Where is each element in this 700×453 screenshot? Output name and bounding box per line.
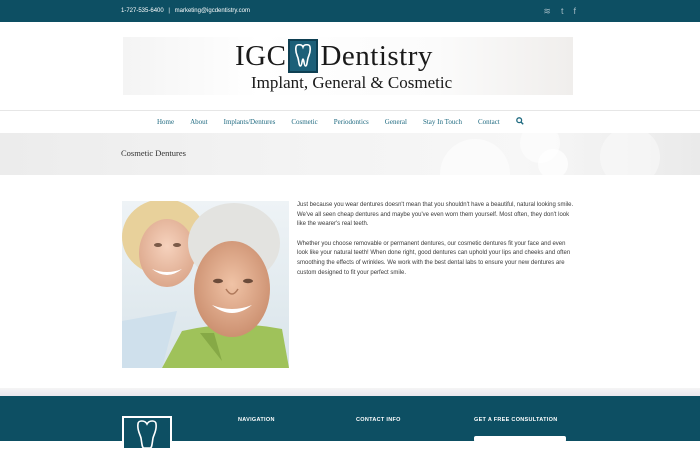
logo-right-text: Dentistry [320,39,433,72]
article-content: Just because you wear dentures doesn't m… [297,201,577,288]
top-contact: 1-727-535-6400 | marketing@igcdentistry.… [121,0,253,22]
nav-item-general[interactable]: General [385,118,407,126]
social-links: ≋ t f [543,0,576,22]
page-title: Cosmetic Dentures [121,148,186,158]
contact-separator: | [168,8,170,14]
main-nav: Home About Implants/Dentures Cosmetic Pe… [0,110,700,134]
nav-item-about[interactable]: About [190,118,208,126]
email-link[interactable]: marketing@igcdentistry.com [175,8,250,14]
paragraph-intro: Just because you wear dentures doesn't m… [297,202,574,228]
site-footer: NAVIGATION CONTACT INFO GET A FREE CONSU… [0,396,700,450]
consultation-input[interactable] [474,436,566,442]
footer-divider [0,388,700,396]
twitter-icon[interactable]: t [561,0,564,22]
facebook-icon[interactable]: f [573,0,576,22]
nav-item-periodontics[interactable]: Periodontics [334,118,369,126]
logo-wordmark: IGC Dentistry [235,39,433,73]
search-icon[interactable] [515,117,524,127]
nav-item-home[interactable]: Home [157,118,174,126]
footer-consultation-heading: GET A FREE CONSULTATION [474,417,558,423]
nav-item-implants-dentures[interactable]: Implants/Dentures [224,118,276,126]
couple-photo [122,201,289,368]
footer-navigation-heading: NAVIGATION [238,417,275,423]
footer-contact-heading: CONTACT INFO [356,417,401,423]
top-bar: 1-727-535-6400 | marketing@igcdentistry.… [0,0,700,22]
site-logo[interactable]: IGC Dentistry Implant, General & Cosmeti… [123,37,573,95]
nav-item-cosmetic[interactable]: Cosmetic [291,118,317,126]
paragraph-details: Whether you choose removable or permanen… [297,240,571,276]
page-title-banner: Cosmetic Dentures [0,133,700,175]
logo-tagline: Implant, General & Cosmetic [251,73,453,92]
rss-icon[interactable]: ≋ [543,0,551,22]
logo-left-text: IGC [235,39,287,72]
site-header: IGC Dentistry Implant, General & Cosmeti… [0,22,700,110]
phone-number[interactable]: 1-727-535-6400 [121,8,164,14]
tooth-icon [288,39,319,73]
nav-item-stay-in-touch[interactable]: Stay In Touch [423,118,462,126]
footer-tooth-logo[interactable] [122,416,172,450]
nav-item-contact[interactable]: Contact [478,118,500,126]
